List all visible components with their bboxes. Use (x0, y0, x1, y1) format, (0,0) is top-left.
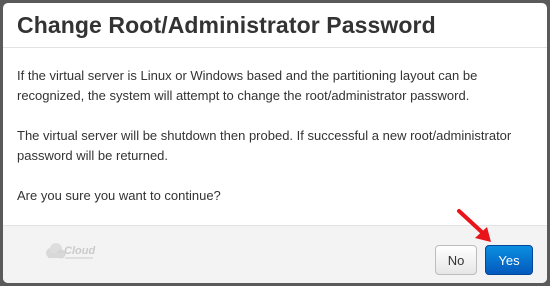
no-button[interactable]: No (435, 245, 477, 275)
yes-button[interactable]: Yes (485, 245, 533, 275)
dialog-title: Change Root/Administrator Password (17, 12, 436, 38)
description-paragraph: If the virtual server is Linux or Window… (17, 68, 478, 103)
dialog-header: Change Root/Administrator Password (3, 3, 547, 48)
shutdown-warning-paragraph: The virtual server will be shutdown then… (17, 128, 512, 163)
dialog-body: If the virtual server is Linux or Window… (3, 48, 547, 206)
confirmation-question: Are you sure you want to continue? (17, 188, 221, 203)
change-password-dialog: Change Root/Administrator Password If th… (3, 3, 547, 283)
logo-text: Cloud (64, 245, 95, 257)
cloud-logo-icon: Cloud (46, 243, 95, 259)
red-arrow-annotation-icon (457, 209, 491, 242)
